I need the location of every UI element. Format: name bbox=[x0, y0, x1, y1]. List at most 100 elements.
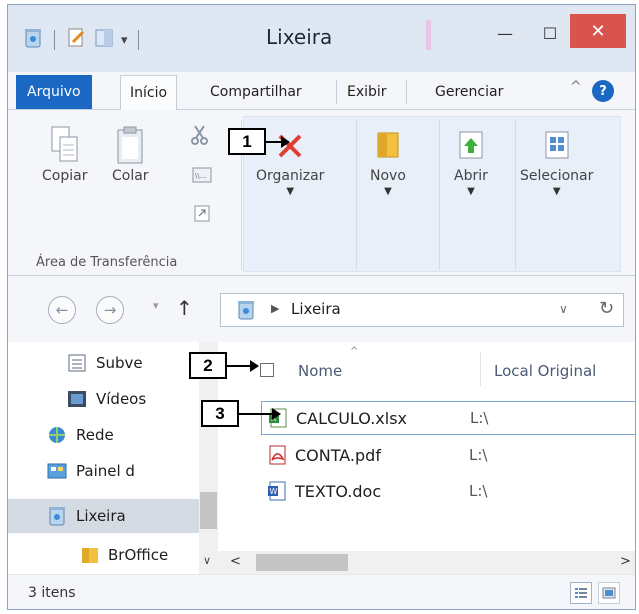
tab-file[interactable]: Arquivo bbox=[16, 75, 92, 109]
word-icon: W bbox=[268, 481, 286, 501]
file-name: CALCULO.xlsx bbox=[296, 408, 408, 428]
address-bar[interactable]: ▶ Lixeira ∨ ↻ bbox=[220, 293, 624, 327]
new-dropdown-icon: ▼ bbox=[384, 186, 392, 197]
navigation-pane: Subve Vídeos Rede Painel d Lixeira BrOff… bbox=[8, 342, 218, 574]
minimize-button[interactable]: — bbox=[490, 18, 520, 48]
select-dropdown-icon: ▼ bbox=[552, 186, 561, 197]
paste-label: Colar bbox=[112, 168, 149, 184]
file-row[interactable]: CONTA.pdf L:\ bbox=[261, 438, 635, 472]
copy-button[interactable]: Copiar bbox=[42, 126, 87, 184]
maximize-button[interactable]: ☐ bbox=[535, 18, 565, 48]
document-folder-icon bbox=[68, 354, 86, 372]
clipboard-icon bbox=[115, 126, 145, 164]
horizontal-scrollbar[interactable]: < > bbox=[218, 551, 635, 574]
address-location[interactable]: Lixeira bbox=[291, 300, 341, 318]
delete-icon bbox=[275, 128, 305, 162]
refresh-button[interactable]: ↻ bbox=[599, 298, 614, 319]
callout-3-arrow bbox=[239, 408, 281, 420]
nav-item-recycle-bin[interactable]: Lixeira bbox=[8, 499, 199, 533]
column-header-name[interactable]: Nome bbox=[298, 354, 342, 388]
nav-item-label: BrOffice bbox=[108, 546, 169, 564]
column-separator[interactable] bbox=[480, 352, 481, 386]
large-icons-view-button[interactable] bbox=[598, 582, 620, 604]
copy-path-icon[interactable]: \\... bbox=[192, 166, 212, 188]
file-row[interactable]: X CALCULO.xlsx L:\ bbox=[261, 401, 635, 435]
new-button[interactable]: Novo ▼ bbox=[370, 128, 406, 197]
file-row[interactable]: W TEXTO.doc L:\ bbox=[261, 474, 635, 508]
recycle-bin-icon[interactable] bbox=[22, 27, 44, 53]
scroll-left-icon[interactable]: < bbox=[230, 554, 241, 569]
file-name: TEXTO.doc bbox=[295, 481, 382, 501]
close-button[interactable]: ✕ bbox=[570, 14, 626, 48]
pdf-icon bbox=[269, 445, 286, 465]
tab-share[interactable]: Compartilhar bbox=[201, 75, 311, 109]
file-list: Nome ^ Local Original X CALCULO.xlsx L:\… bbox=[218, 342, 635, 574]
nav-item-subversion[interactable]: Subve bbox=[66, 346, 143, 380]
nav-item-control-panel[interactable]: Painel d bbox=[46, 454, 135, 488]
qat-separator-2 bbox=[137, 30, 139, 50]
nav-item-videos[interactable]: Vídeos bbox=[66, 382, 146, 416]
cut-icon[interactable] bbox=[189, 124, 211, 150]
nav-item-network[interactable]: Rede bbox=[46, 418, 114, 452]
forward-button[interactable]: → bbox=[96, 296, 124, 324]
content-area: Subve Vídeos Rede Painel d Lixeira BrOff… bbox=[8, 342, 635, 574]
properties-icon[interactable] bbox=[65, 27, 87, 53]
file-name: CONTA.pdf bbox=[295, 445, 381, 465]
recycle-bin-icon bbox=[49, 507, 65, 526]
title-bar: ▾ Lixeira — ☐ ✕ bbox=[8, 5, 635, 72]
nav-item-label: Vídeos bbox=[96, 390, 147, 408]
recent-locations-icon[interactable]: ▾ bbox=[153, 299, 159, 312]
file-location: L:\ bbox=[470, 409, 489, 427]
large-icons-view-icon bbox=[602, 587, 616, 599]
file-location: L:\ bbox=[469, 482, 488, 500]
tab-view[interactable]: Exibir bbox=[338, 75, 396, 109]
scroll-right-icon[interactable]: > bbox=[620, 554, 631, 569]
ribbon: Copiar Colar \\... Área de Transferência… bbox=[8, 110, 635, 276]
select-label: Selecionar bbox=[520, 168, 594, 184]
nav-item-label: Painel d bbox=[76, 462, 135, 480]
organize-dropdown-icon: ▼ bbox=[286, 186, 295, 197]
ribbon-group-separator bbox=[515, 120, 516, 270]
help-button[interactable]: ? bbox=[592, 80, 614, 102]
breadcrumb-chevron-icon[interactable]: ▶ bbox=[271, 302, 279, 315]
explorer-window: ▾ Lixeira — ☐ ✕ Arquivo Início Compartil… bbox=[7, 4, 636, 610]
tab-home[interactable]: Início bbox=[120, 75, 178, 110]
select-all-checkbox[interactable] bbox=[260, 363, 274, 377]
paste-button[interactable]: Colar bbox=[112, 126, 149, 184]
details-view-button[interactable] bbox=[570, 582, 592, 604]
new-label: Novo bbox=[370, 168, 406, 184]
horizontal-scroll-thumb[interactable] bbox=[256, 554, 348, 571]
open-dropdown-icon: ▼ bbox=[467, 186, 475, 197]
new-folder-icon[interactable] bbox=[93, 27, 115, 53]
ribbon-tabs: Arquivo Início Compartilhar Exibir Geren… bbox=[8, 72, 635, 110]
qat-dropdown-icon[interactable]: ▾ bbox=[121, 33, 128, 48]
file-location: L:\ bbox=[469, 446, 488, 464]
tab-manage[interactable]: Gerenciar bbox=[426, 75, 512, 109]
copy-icon bbox=[50, 126, 80, 162]
select-button[interactable]: Selecionar ▼ bbox=[520, 128, 593, 197]
scroll-down-icon[interactable]: ∨ bbox=[203, 554, 211, 567]
tab-divider bbox=[336, 80, 337, 104]
nav-item-label: Lixeira bbox=[76, 507, 126, 525]
open-icon bbox=[456, 128, 486, 162]
open-button[interactable]: Abrir ▼ bbox=[454, 128, 488, 197]
up-button[interactable]: ↑ bbox=[176, 296, 193, 320]
organize-label: Organizar bbox=[256, 168, 325, 184]
organize-button[interactable]: Organizar ▼ bbox=[256, 128, 324, 197]
svg-text:\\...: \\... bbox=[195, 172, 206, 180]
address-dropdown-icon[interactable]: ∨ bbox=[559, 302, 568, 316]
callout-1-arrow bbox=[266, 136, 290, 148]
collapse-ribbon-button[interactable]: ^ bbox=[570, 79, 582, 95]
new-folder-large-icon bbox=[373, 128, 403, 162]
paste-shortcut-icon[interactable] bbox=[194, 204, 210, 226]
svg-text:W: W bbox=[270, 487, 278, 496]
recycle-bin-address-icon bbox=[235, 299, 257, 325]
column-header-original-location[interactable]: Local Original bbox=[494, 354, 596, 388]
back-button[interactable]: ← bbox=[48, 296, 76, 324]
control-panel-icon bbox=[47, 463, 67, 479]
ribbon-group-separator bbox=[356, 120, 357, 270]
navigation-pane-scroll-thumb[interactable] bbox=[200, 492, 217, 529]
open-label: Abrir bbox=[454, 168, 488, 184]
nav-item-broffice[interactable]: BrOffice bbox=[80, 538, 168, 572]
network-icon bbox=[49, 427, 65, 443]
